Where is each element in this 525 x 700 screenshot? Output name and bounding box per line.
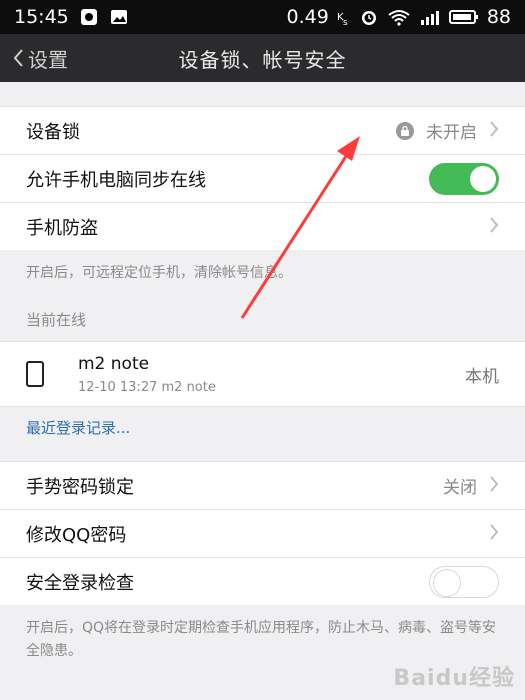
network-speed: 0.49: [286, 6, 329, 28]
online-device-row[interactable]: m2 note 12-10 13:27 m2 note 本机: [0, 341, 525, 408]
safe-login-check-right: [429, 565, 499, 598]
lock-icon: [396, 121, 414, 140]
device-subtitle: 12-10 13:27 m2 note: [78, 379, 216, 395]
svg-text:s: s: [343, 18, 348, 26]
section-spacer: [0, 447, 525, 462]
chevron-right-icon: [489, 119, 499, 143]
device-tag: 本机: [465, 366, 499, 387]
battery-icon: [448, 8, 479, 26]
chevron-right-icon: [489, 522, 499, 546]
gesture-lock-right: 关闭: [443, 473, 499, 498]
safe-login-check-toggle[interactable]: [429, 565, 499, 598]
change-password-row[interactable]: 修改QQ密码: [0, 509, 525, 558]
safe-login-check-label: 安全登录检查: [26, 572, 134, 594]
gesture-lock-row[interactable]: 手势密码锁定 关闭: [0, 461, 525, 510]
sync-online-toggle[interactable]: [429, 162, 499, 195]
wifi-icon: [387, 8, 411, 26]
qq-icon: [79, 7, 99, 27]
sync-online-right: [429, 162, 499, 195]
device-text: m2 note 12-10 13:27 m2 note: [78, 354, 216, 395]
signal-icon: [419, 8, 441, 26]
gesture-lock-status: 关闭: [443, 478, 477, 499]
settings-content: 设备锁 未开启 允许手机电脑同步在线 手机防盗 开启后，可远程定位手机，清除帐号…: [0, 82, 525, 676]
phone-icon: [26, 361, 44, 388]
navigation-bar: 设置 设备锁、帐号安全: [0, 34, 525, 82]
device-lock-row[interactable]: 设备锁 未开启: [0, 106, 525, 154]
safe-login-check-row: 安全登录检查: [0, 557, 525, 606]
change-password-right: [489, 522, 499, 546]
back-label: 设置: [28, 47, 68, 72]
status-left: 15:45: [14, 6, 129, 28]
image-icon: [109, 7, 129, 27]
online-header: 当前在线: [0, 297, 525, 342]
baidu-watermark: Baidu经验: [393, 666, 515, 691]
device-lock-label: 设备锁: [26, 121, 80, 143]
chevron-right-icon: [489, 474, 499, 498]
status-time: 15:45: [14, 6, 69, 28]
back-button[interactable]: 设置: [12, 34, 68, 82]
recent-login-row: 最近登录记录...: [0, 407, 525, 448]
anti-theft-label: 手机防盗: [26, 217, 98, 239]
alarm-icon: [359, 7, 379, 27]
anti-theft-row[interactable]: 手机防盗: [0, 202, 525, 250]
anti-theft-right: [489, 215, 499, 239]
chevron-left-icon: [12, 48, 24, 68]
change-password-label: 修改QQ密码: [26, 524, 127, 546]
chevron-right-icon: [489, 215, 499, 239]
device-name: m2 note: [78, 353, 150, 374]
page-title: 设备锁、帐号安全: [178, 47, 347, 72]
top-gap: [0, 82, 525, 106]
speed-unit-icon: Ks: [337, 8, 351, 26]
gesture-lock-label: 手势密码锁定: [26, 476, 134, 498]
device-lock-status: 未开启: [426, 123, 477, 143]
status-bar: 15:45 0.49 Ks 88: [0, 0, 525, 34]
status-right: 0.49 Ks 88: [287, 6, 512, 28]
sync-online-row: 允许手机电脑同步在线: [0, 154, 525, 202]
sync-online-label: 允许手机电脑同步在线: [26, 169, 206, 191]
anti-theft-note: 开启后，可远程定位手机，清除帐号信息。: [0, 250, 525, 298]
recent-login-link[interactable]: 最近登录记录...: [26, 417, 130, 438]
device-lock-right: 未开启: [396, 118, 499, 143]
battery-level: 88: [486, 6, 511, 28]
